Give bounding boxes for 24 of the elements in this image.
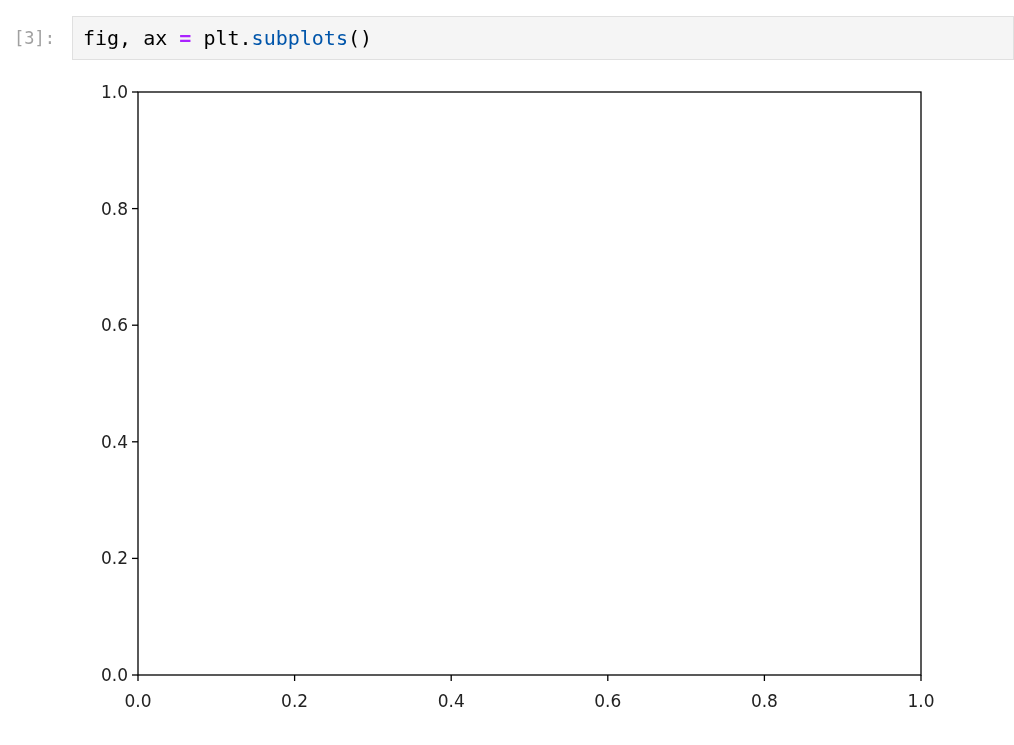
cell-prompt: [3]: <box>13 28 56 48</box>
tick-label: 0.8 <box>100 198 128 219</box>
code-cell[interactable]: fig, ax = plt.subplots() <box>72 16 1014 60</box>
tick-label: 0.2 <box>100 548 128 569</box>
tick-label: 0.0 <box>100 665 128 685</box>
tick-label: 0.2 <box>281 691 309 711</box>
tick-label: 0.4 <box>437 691 465 711</box>
tick-mark <box>131 557 139 560</box>
tick-mark <box>450 674 452 682</box>
tick-label: 0.0 <box>124 691 152 711</box>
tick-mark <box>293 674 296 682</box>
tick-mark <box>131 91 139 93</box>
tick-label: 0.6 <box>100 315 128 336</box>
tick-label: 0.4 <box>100 431 128 452</box>
tick-mark <box>920 674 922 682</box>
tick-label: 1.0 <box>100 82 128 102</box>
tick-mark <box>131 441 139 443</box>
tick-mark <box>763 674 766 682</box>
tick-mark <box>131 207 139 210</box>
tick-label: 1.0 <box>907 691 935 711</box>
tick-label: 0.8 <box>750 691 778 711</box>
tick-mark <box>607 674 609 682</box>
tick-label: 0.6 <box>594 691 622 711</box>
tick-mark <box>131 324 139 326</box>
